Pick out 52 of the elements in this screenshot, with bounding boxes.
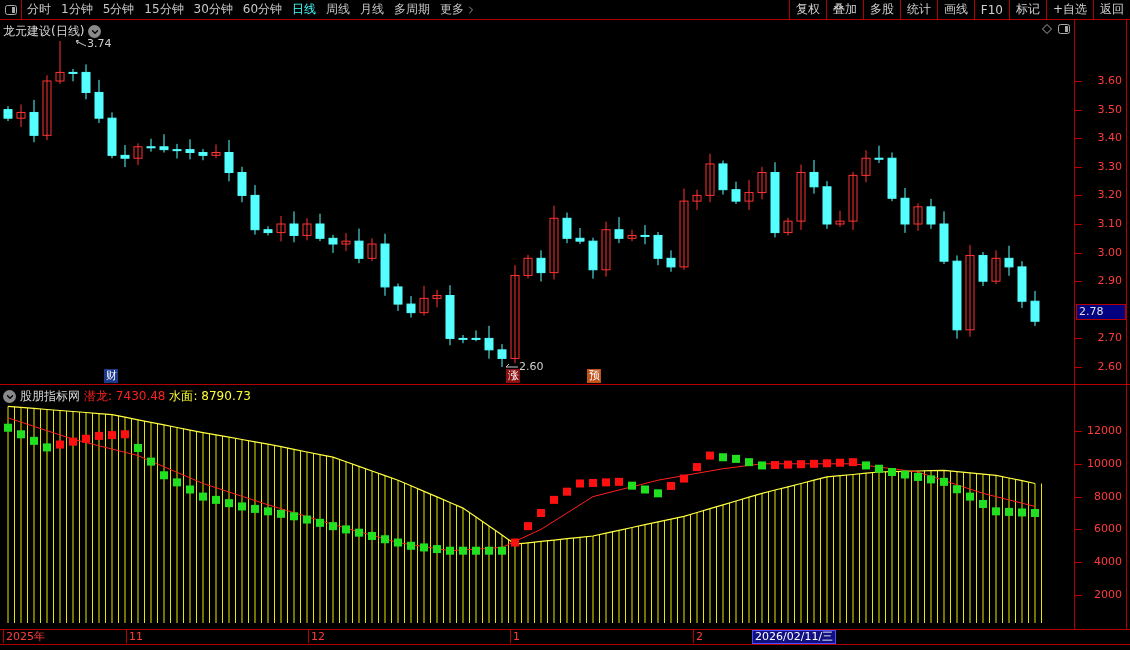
price-tick-label: 3.40 [1097,131,1122,146]
toolbar-button[interactable]: 画线 [936,0,974,19]
indicator-tick-label: 10000 [1087,456,1122,471]
toolbar-button[interactable]: 统计 [899,0,937,19]
toolbar-button[interactable]: F10 [973,0,1009,19]
price-tick-label: 3.20 [1097,188,1122,203]
period-tab[interactable]: 日线 [287,0,322,19]
price-tick-label: 3.30 [1097,159,1122,174]
indicator-tick-label: 4000 [1094,555,1122,570]
price-tick-label: 3.00 [1097,245,1122,260]
indicator-tick-label: 2000 [1094,588,1122,602]
current-price-label: 2.78 [1076,303,1126,320]
date-label: 2 [693,630,703,643]
period-tab[interactable]: 多周期 [389,0,436,19]
period-tab[interactable]: 30分钟 [188,0,238,19]
indicator-name: 股朋指标网 [20,388,80,405]
price-tick-label: 3.50 [1097,102,1122,117]
price-tick-label: 2.60 [1097,360,1122,374]
price-tick-label: 3.60 [1097,74,1122,88]
price-tick-label: 3.10 [1097,217,1122,231]
cursor-date-label: 2026/02/11/三 [752,630,837,644]
period-tab[interactable]: 1分钟 [56,0,98,19]
date-label: 12 [308,630,325,643]
toolbar-button[interactable]: 返回 [1093,0,1130,19]
low-price-label: 2.60 [519,360,544,373]
toolbar-button[interactable]: 标记 [1008,0,1046,19]
indicator-tick-label: 12000 [1087,424,1122,438]
period-tab[interactable]: 周线 [321,0,356,19]
toolbar-button[interactable]: 复权 [788,0,826,19]
chart-title: 龙元建设(日线) [3,23,85,40]
price-tick-label: 2.70 [1097,331,1122,346]
indicator-value: 潜龙: 7430.48 [84,388,166,405]
price-tick-label: 2.90 [1097,274,1122,289]
toolbar-button[interactable]: +自选 [1045,0,1093,19]
high-price-label: 3.74 [87,37,112,50]
event-marker[interactable]: 财 [104,369,118,383]
date-label: 11 [126,630,143,643]
event-marker[interactable]: 预 [587,369,601,383]
toolbar-button[interactable]: 多股 [862,0,900,19]
period-tab[interactable]: 5分钟 [97,0,140,19]
period-tab[interactable]: 分时 [22,0,56,19]
date-label: 1 [510,630,520,643]
date-label: 2025年 [3,630,45,643]
toolbar-button[interactable]: 叠加 [825,0,863,19]
indicator-value: 水面: 8790.73 [169,388,251,405]
period-tab[interactable]: 更多 [435,0,483,19]
indicator-tick-label: 6000 [1094,522,1122,537]
period-tab[interactable]: 月线 [355,0,390,19]
indicator-tick-label: 8000 [1094,489,1122,504]
period-tab[interactable]: 60分钟 [237,0,288,19]
period-tab[interactable]: 15分钟 [139,0,189,19]
event-marker[interactable]: 涨 [506,369,520,383]
